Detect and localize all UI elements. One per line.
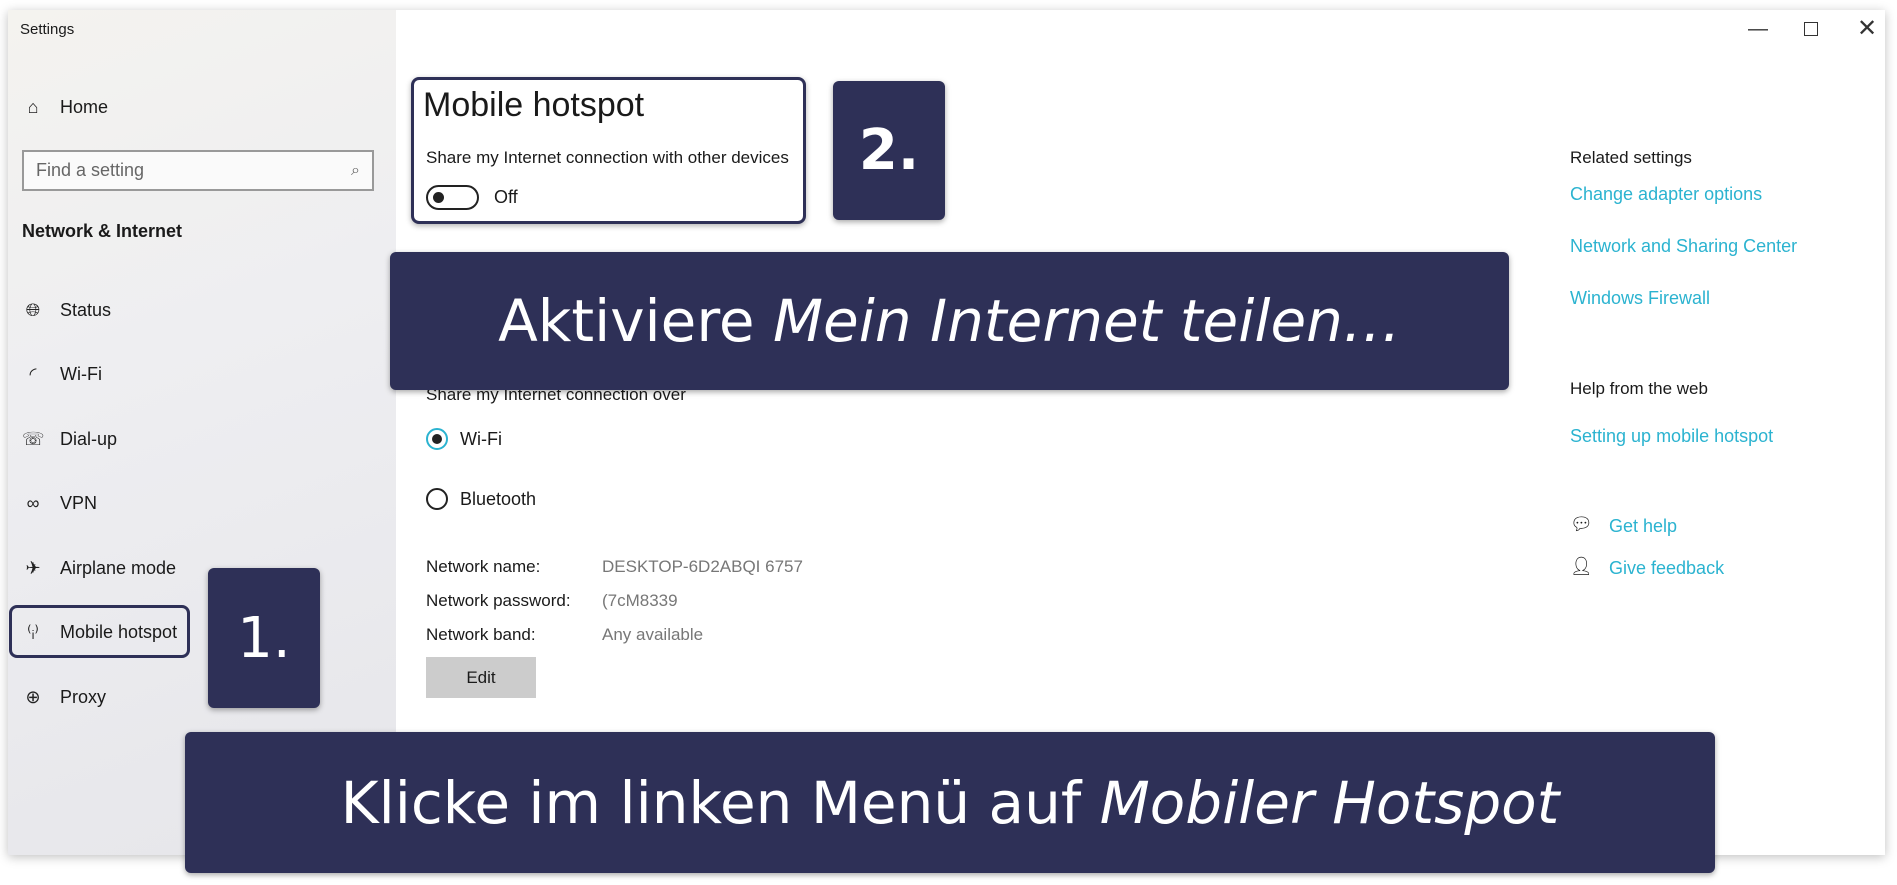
banner-top: Aktiviere Mein Internet teilen… — [390, 252, 1509, 390]
nav-label: Airplane mode — [60, 557, 177, 578]
toggle-state: Off — [494, 187, 518, 207]
sidebar-item-dialup[interactable]: ☏ Dial-up — [22, 424, 117, 454]
nav-label: Wi-Fi — [60, 363, 102, 384]
nav-label: Status — [60, 299, 112, 320]
wifi-icon: ◜ — [29, 363, 37, 384]
nav-label: VPN — [60, 492, 98, 513]
network-band-value: Any available — [602, 625, 704, 644]
airplane-icon: ✈ — [25, 557, 41, 578]
nav-label: Dial-up — [60, 428, 118, 449]
step-1-badge: 1. — [208, 568, 320, 708]
link-give-feedback[interactable]: Give feedback — [1609, 558, 1724, 579]
home-label: Home — [60, 96, 109, 117]
help-title: Help from the web — [1570, 379, 1708, 398]
radio-label: Wi-Fi — [460, 428, 502, 449]
hotspot-toggle[interactable] — [426, 185, 479, 210]
banner-bottom-text: Klicke im linken Menü auf — [340, 768, 1100, 837]
share-label: Share my Internet connection with other … — [426, 148, 789, 167]
radio-icon — [426, 488, 448, 510]
minimize-icon[interactable]: — — [1748, 18, 1768, 41]
page-title: Mobile hotspot — [423, 86, 645, 124]
sidebar-item-proxy[interactable]: ⊕ Proxy — [22, 682, 106, 712]
radio-wifi[interactable]: Wi-Fi — [426, 428, 502, 450]
step-2-badge: 2. — [833, 81, 945, 220]
section-title: Network & Internet — [22, 221, 183, 241]
sidebar-item-airplane-mode[interactable]: ✈ Airplane mode — [22, 553, 176, 583]
edit-button[interactable]: Edit — [426, 657, 536, 698]
window-title: Settings — [20, 21, 75, 38]
restore-icon[interactable] — [1804, 22, 1818, 36]
link-windows-firewall[interactable]: Windows Firewall — [1570, 288, 1710, 309]
sidebar-item-wifi[interactable]: ◜ Wi-Fi — [22, 359, 102, 389]
network-password-value: (7cM8339 — [602, 591, 678, 610]
network-name-label: Network name: — [426, 557, 541, 576]
highlight-mobile-hotspot — [9, 605, 190, 658]
globe-icon: ⊕ — [25, 686, 41, 707]
globe-status-icon: 🌐︎ — [25, 299, 41, 320]
search-icon: ⌕ — [351, 161, 360, 179]
link-get-help[interactable]: Get help — [1609, 516, 1677, 537]
dialup-icon: ☏ — [22, 428, 45, 449]
sidebar-item-home[interactable]: ⌂ Home — [22, 92, 108, 122]
network-band-label: Network band: — [426, 625, 536, 644]
nav-label: Proxy — [60, 686, 107, 707]
close-icon[interactable]: ✕ — [1857, 14, 1877, 43]
sidebar-item-status[interactable]: 🌐︎ Status — [22, 295, 111, 325]
sidebar-item-vpn[interactable]: ∞ VPN — [22, 488, 97, 518]
search-input[interactable]: Find a setting ⌕ — [22, 150, 374, 191]
network-name-value: DESKTOP-6D2ABQI 6757 — [602, 557, 803, 576]
banner-bottom: Klicke im linken Menü auf Mobiler Hotspo… — [185, 732, 1715, 873]
link-setting-up-hotspot[interactable]: Setting up mobile hotspot — [1570, 426, 1773, 447]
banner-bottom-italic: Mobiler Hotspot — [1099, 768, 1560, 837]
vpn-icon: ∞ — [26, 492, 40, 513]
radio-label: Bluetooth — [460, 488, 537, 509]
link-change-adapter-options[interactable]: Change adapter options — [1570, 184, 1762, 205]
search-placeholder: Find a setting — [36, 160, 145, 180]
network-password-label: Network password: — [426, 591, 571, 610]
radio-selected-icon — [426, 428, 448, 450]
related-settings-title: Related settings — [1570, 148, 1692, 167]
link-network-sharing-center[interactable]: Network and Sharing Center — [1570, 236, 1797, 257]
radio-bluetooth[interactable]: Bluetooth — [426, 488, 536, 510]
get-help-icon: 💬︎ — [1570, 514, 1593, 534]
banner-top-italic: Mein Internet teilen… — [773, 287, 1401, 355]
home-icon: ⌂ — [27, 96, 39, 117]
feedback-icon: 👤︎ — [1570, 556, 1593, 576]
banner-top-text: Aktiviere — [498, 287, 774, 355]
